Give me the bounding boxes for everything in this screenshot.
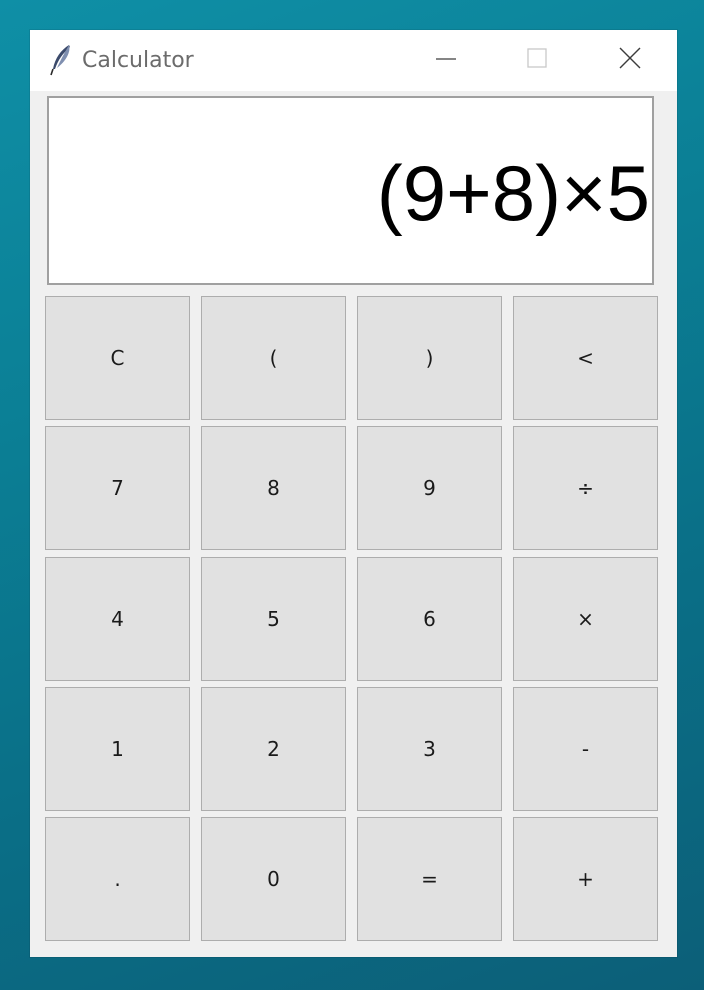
decimal-point-button[interactable]: . <box>45 817 190 941</box>
feather-icon <box>49 44 73 76</box>
expression-display[interactable]: (9+8)×5 <box>47 96 654 285</box>
close-button[interactable] <box>600 38 660 82</box>
digit-6-button[interactable]: 6 <box>357 557 502 681</box>
add-button[interactable]: + <box>513 817 658 941</box>
minimize-icon <box>416 38 476 82</box>
digit-2-button[interactable]: 2 <box>201 687 346 811</box>
clear-button[interactable]: C <box>45 296 190 420</box>
window-title: Calculator <box>82 48 194 73</box>
subtract-button[interactable]: - <box>513 687 658 811</box>
keypad: C ( ) < 7 8 9 ÷ 4 5 6 × 1 2 3 - . 0 = + <box>45 296 661 943</box>
maximize-icon <box>507 38 567 82</box>
multiply-button[interactable]: × <box>513 557 658 681</box>
maximize-button[interactable] <box>507 38 567 82</box>
close-paren-button[interactable]: ) <box>357 296 502 420</box>
backspace-button[interactable]: < <box>513 296 658 420</box>
digit-0-button[interactable]: 0 <box>201 817 346 941</box>
equals-button[interactable]: = <box>357 817 502 941</box>
expression-text: (9+8)×5 <box>376 149 650 237</box>
digit-3-button[interactable]: 3 <box>357 687 502 811</box>
digit-4-button[interactable]: 4 <box>45 557 190 681</box>
digit-5-button[interactable]: 5 <box>201 557 346 681</box>
open-paren-button[interactable]: ( <box>201 296 346 420</box>
title-bar[interactable]: Calculator <box>30 30 677 91</box>
digit-1-button[interactable]: 1 <box>45 687 190 811</box>
digit-9-button[interactable]: 9 <box>357 426 502 550</box>
divide-button[interactable]: ÷ <box>513 426 658 550</box>
minimize-button[interactable] <box>416 38 476 82</box>
digit-8-button[interactable]: 8 <box>201 426 346 550</box>
close-icon <box>600 38 660 82</box>
calculator-window: Calculator (9+8)×5 C () < 7 8 9 ÷ 4 5 6… <box>30 30 677 957</box>
digit-7-button[interactable]: 7 <box>45 426 190 550</box>
